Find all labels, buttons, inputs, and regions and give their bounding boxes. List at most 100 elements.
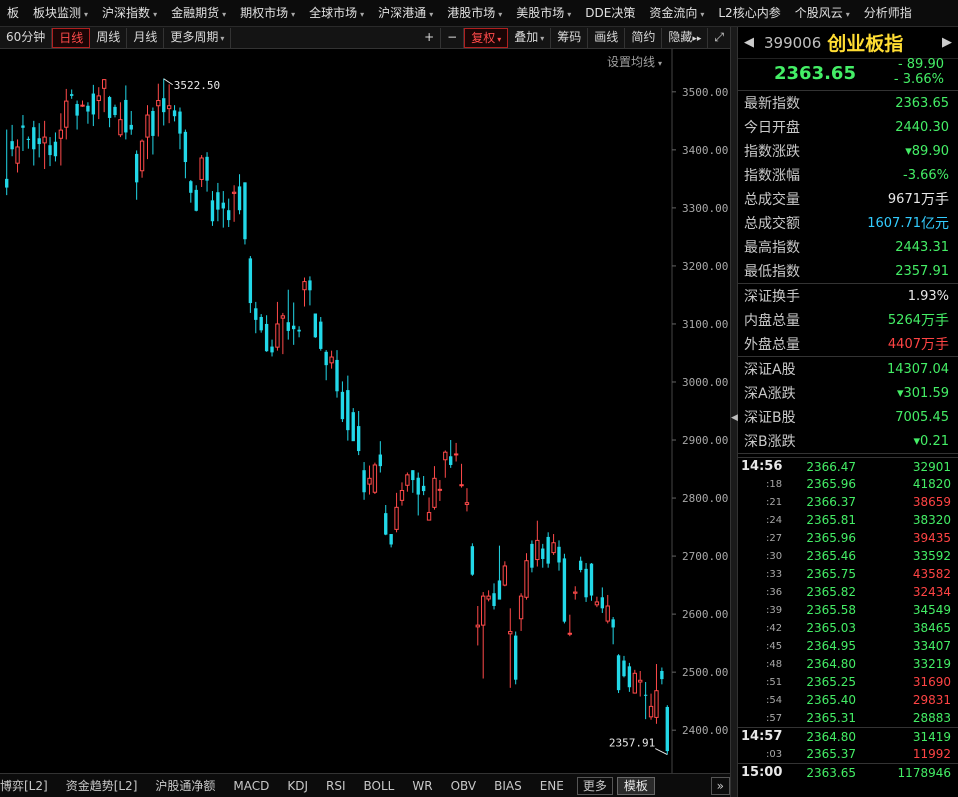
candle-body [362, 470, 366, 493]
zoom-out-button[interactable]: − [441, 27, 465, 48]
y-tick-label: 3100.00 [682, 318, 728, 331]
scroll-right-icon[interactable]: » [710, 776, 730, 795]
candle-body [546, 536, 550, 564]
menu-item-3[interactable]: 金融期货 ▾ [164, 0, 233, 26]
menu-item-4[interactable]: 期权市场 ▾ [233, 0, 302, 26]
candle-body [426, 512, 432, 521]
period-monthly-button[interactable]: 月线 [127, 27, 165, 48]
candle-body [573, 591, 578, 594]
tick-row: :57 2365.31 28883 [738, 709, 958, 727]
period-weekly-button[interactable]: 周线 [90, 27, 128, 48]
more-period-dropdown[interactable]: 更多周期 ▾ [164, 27, 232, 48]
candle-body [37, 138, 41, 145]
candle-body [134, 153, 139, 183]
stat-label: 指数涨跌 [744, 144, 800, 160]
indicator-tab-2[interactable]: 沪股通净额 [146, 777, 224, 794]
collapse-left-icon[interactable]: ◀ [731, 413, 738, 423]
overlay-dropdown[interactable]: 叠加 ▾ [508, 27, 552, 48]
indicator-tab-10[interactable]: ENE [531, 779, 573, 793]
chevron-down-icon: ▾ [700, 9, 705, 19]
tick-time: 14:56 [741, 459, 783, 474]
simple-mode-button[interactable]: 简约 [625, 27, 663, 48]
tick-row: :48 2364.80 33219 [738, 655, 958, 673]
tick-time: 14:57 [741, 729, 783, 744]
menu-item-label: 全球市场 [309, 5, 358, 20]
menu-item-13[interactable]: 分析师指 [857, 0, 919, 26]
tick-price: 2365.96 [806, 531, 856, 545]
indicator-tab-12[interactable]: 模板 [616, 776, 655, 795]
chevron-down-icon: ▾ [498, 9, 503, 19]
prev-stock-icon[interactable]: ◀ [738, 35, 760, 50]
candle-body [622, 660, 626, 677]
tick-time: :57 [766, 712, 783, 724]
tick-price: 2365.58 [806, 603, 856, 617]
menu-item-9[interactable]: DDE决策 [578, 0, 642, 26]
expand-icon[interactable]: ⤢ [708, 28, 730, 48]
price-summary: 2363.65 - 89.90 - 3.66% [738, 57, 958, 91]
tick-time: :39 [766, 604, 783, 616]
tick-row: 15:00 2363.65 1178946 [738, 763, 958, 781]
menu-item-1[interactable]: 板块监测 ▾ [26, 0, 95, 26]
hide-button[interactable]: 隐藏▸▸ [662, 27, 709, 48]
menu-item-5[interactable]: 全球市场 ▾ [302, 0, 371, 26]
draw-line-button[interactable]: 画线 [588, 27, 626, 48]
indicator-tab-1[interactable]: 资金趋势[L2] [57, 777, 147, 794]
candle-body [524, 560, 529, 598]
indicator-tab-8[interactable]: OBV [442, 779, 486, 793]
candle-body [42, 136, 47, 144]
stat-row: 深证A股 14307.04 [738, 357, 958, 381]
tick-price: 2365.40 [806, 693, 856, 707]
indicator-tab-6[interactable]: BOLL [355, 779, 404, 793]
candle-body [26, 138, 31, 140]
restore-rights-dropdown[interactable]: 复权 ▾ [464, 27, 509, 48]
candle-body [475, 624, 480, 628]
candle-body [459, 484, 464, 487]
tick-row: :18 2365.96 41820 [738, 475, 958, 493]
menu-item-label: 美股市场 [516, 5, 565, 20]
period-daily-button[interactable]: 日线 [52, 27, 91, 48]
tick-time: :33 [766, 568, 783, 580]
next-stock-icon[interactable]: ▶ [936, 35, 958, 50]
indicator-tab-3[interactable]: MACD [224, 779, 278, 793]
menu-item-2[interactable]: 沪深指数 ▾ [95, 0, 164, 26]
chips-button[interactable]: 筹码 [551, 27, 589, 48]
stat-value: 4407 [887, 336, 921, 352]
ma-setting-dropdown[interactable]: 设置均线 ▾ [607, 53, 662, 70]
zoom-in-button[interactable]: + [418, 27, 442, 48]
menu-item-11[interactable]: L2核心内参 [711, 0, 787, 26]
indicator-tab-4[interactable]: KDJ [278, 779, 317, 793]
stat-row: 指数涨跌 ▾89.90 [738, 139, 958, 163]
candle-body [405, 474, 410, 486]
menu-item-7[interactable]: 港股市场 ▾ [440, 0, 509, 26]
menu-item-0[interactable]: 板 [0, 0, 26, 26]
menu-item-label: 个股风云 [794, 5, 843, 20]
quote-panel: ◀ 399006 创业板指 ▶ 2363.65 - 89.90 - 3.66% … [738, 27, 958, 797]
indicator-tab-7[interactable]: WR [403, 779, 441, 793]
candle-body [313, 313, 318, 338]
panel-splitter[interactable]: ◀ [730, 27, 738, 797]
candle-body [70, 94, 74, 96]
candle-body [216, 192, 220, 210]
candle-body [589, 563, 594, 596]
stat-unit: 万手 [921, 192, 949, 208]
tick-volume: 32901 [912, 459, 951, 474]
tick-time: :45 [766, 640, 783, 652]
menu-item-6[interactable]: 沪深港通 ▾ [371, 0, 440, 26]
menu-item-10[interactable]: 资金流向 ▾ [642, 0, 711, 26]
indicator-tab-0[interactable]: 博弈[L2] [0, 777, 57, 794]
indicator-tab-9[interactable]: BIAS [485, 779, 531, 793]
menu-item-8[interactable]: 美股市场 ▾ [509, 0, 578, 26]
candle-body [162, 98, 166, 113]
period-60min-button[interactable]: 60分钟 [0, 27, 53, 48]
indicator-tab-11[interactable]: 更多 [576, 776, 613, 795]
candle-body [378, 454, 382, 467]
tick-volume: 28883 [912, 711, 951, 725]
candle-body [562, 558, 567, 622]
quote-stats: 最新指数 2363.65 今日开盘 2440.30 指数涨跌 ▾89.90 指数涨幅 -3.6… [738, 91, 958, 454]
candlestick-chart[interactable]: 3500.00 3400.00 3300.00 3200.00 3100.00 3000.… [0, 49, 730, 773]
indicator-tab-5[interactable]: RSI [317, 779, 355, 793]
stat-row: 内盘总量 5264 万手 [738, 308, 958, 332]
candle-body [101, 79, 107, 89]
menu-item-12[interactable]: 个股风云 ▾ [788, 0, 857, 26]
candle-body [367, 477, 372, 485]
